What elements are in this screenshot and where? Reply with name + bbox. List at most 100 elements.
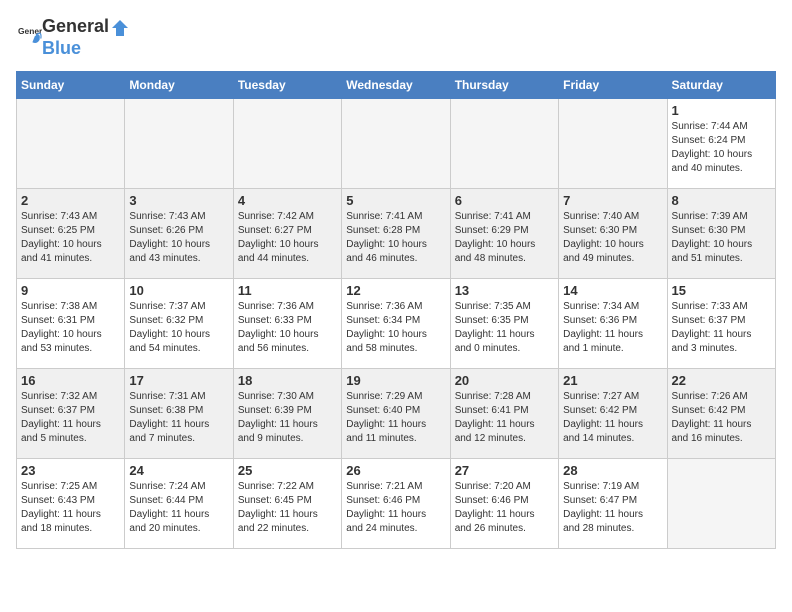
day-number: 27: [455, 463, 554, 478]
calendar-day-cell: 13 Sunrise: 7:35 AM Sunset: 6:35 PM Dayli…: [450, 278, 558, 368]
day-info: Sunrise: 7:36 AM Sunset: 6:33 PM Dayligh…: [238, 300, 337, 356]
calendar-table: SundayMondayTuesdayWednesdayThursdayFrid…: [16, 71, 776, 549]
calendar-day-cell: [17, 98, 125, 188]
day-info: Sunrise: 7:28 AM Sunset: 6:41 PM Dayligh…: [455, 390, 554, 446]
day-info: Sunrise: 7:41 AM Sunset: 6:29 PM Dayligh…: [455, 210, 554, 266]
weekday-header-cell: Sunday: [17, 71, 125, 98]
day-number: 5: [346, 193, 445, 208]
day-number: 3: [129, 193, 228, 208]
day-number: 19: [346, 373, 445, 388]
day-number: 2: [21, 193, 120, 208]
day-number: 25: [238, 463, 337, 478]
day-info: Sunrise: 7:41 AM Sunset: 6:28 PM Dayligh…: [346, 210, 445, 266]
calendar-day-cell: 4 Sunrise: 7:42 AM Sunset: 6:27 PM Daylig…: [233, 188, 341, 278]
day-info: Sunrise: 7:39 AM Sunset: 6:30 PM Dayligh…: [672, 210, 771, 266]
calendar-day-cell: 11Sunrise: 7:36 AM Sunset: 6:33 PM Dayli…: [233, 278, 341, 368]
calendar-day-cell: [342, 98, 450, 188]
day-number: 10: [129, 283, 228, 298]
day-info: Sunrise: 7:30 AM Sunset: 6:39 PM Dayligh…: [238, 390, 337, 446]
calendar-header-row: SundayMondayTuesdayWednesdayThursdayFrid…: [17, 71, 776, 98]
day-info: Sunrise: 7:19 AM Sunset: 6:47 PM Dayligh…: [563, 480, 662, 536]
day-number: 22: [672, 373, 771, 388]
calendar-day-cell: 25 Sunrise: 7:22 AM Sunset: 6:45 PM Dayli…: [233, 458, 341, 548]
day-info: Sunrise: 7:24 AM Sunset: 6:44 PM Dayligh…: [129, 480, 228, 536]
logo-text-wrapper: General Blue: [42, 16, 131, 59]
calendar-day-cell: 28 Sunrise: 7:19 AM Sunset: 6:47 PM Dayli…: [559, 458, 667, 548]
weekday-header-cell: Tuesday: [233, 71, 341, 98]
day-number: 7: [563, 193, 662, 208]
day-number: 12: [346, 283, 445, 298]
day-info: Sunrise: 7:37 AM Sunset: 6:32 PM Dayligh…: [129, 300, 228, 356]
day-info: Sunrise: 7:44 AM Sunset: 6:24 PM Dayligh…: [672, 120, 771, 176]
day-number: 18: [238, 373, 337, 388]
day-number: 9: [21, 283, 120, 298]
day-info: Sunrise: 7:40 AM Sunset: 6:30 PM Dayligh…: [563, 210, 662, 266]
day-number: 16: [21, 373, 120, 388]
day-info: Sunrise: 7:34 AM Sunset: 6:36 PM Dayligh…: [563, 300, 662, 356]
calendar-day-cell: [125, 98, 233, 188]
day-number: 21: [563, 373, 662, 388]
logo: General General Blue: [16, 16, 131, 59]
day-number: 1: [672, 103, 771, 118]
calendar-day-cell: 10 Sunrise: 7:37 AM Sunset: 6:32 PM Dayli…: [125, 278, 233, 368]
day-info: Sunrise: 7:31 AM Sunset: 6:38 PM Dayligh…: [129, 390, 228, 446]
day-info: Sunrise: 7:25 AM Sunset: 6:43 PM Dayligh…: [21, 480, 120, 536]
day-number: 13: [455, 283, 554, 298]
calendar-week-row: 1 Sunrise: 7:44 AM Sunset: 6:24 PM Daylig…: [17, 98, 776, 188]
calendar-day-cell: 2 Sunrise: 7:43 AM Sunset: 6:25 PM Daylig…: [17, 188, 125, 278]
calendar-day-cell: 26 Sunrise: 7:21 AM Sunset: 6:46 PM Dayli…: [342, 458, 450, 548]
day-number: 8: [672, 193, 771, 208]
calendar-day-cell: [233, 98, 341, 188]
logo-general: General: [42, 16, 109, 36]
day-number: 23: [21, 463, 120, 478]
calendar-day-cell: 15 Sunrise: 7:33 AM Sunset: 6:37 PM Dayli…: [667, 278, 775, 368]
weekday-header-cell: Saturday: [667, 71, 775, 98]
calendar-day-cell: 14 Sunrise: 7:34 AM Sunset: 6:36 PM Dayli…: [559, 278, 667, 368]
day-info: Sunrise: 7:27 AM Sunset: 6:42 PM Dayligh…: [563, 390, 662, 446]
day-info: Sunrise: 7:43 AM Sunset: 6:26 PM Dayligh…: [129, 210, 228, 266]
day-info: Sunrise: 7:21 AM Sunset: 6:46 PM Dayligh…: [346, 480, 445, 536]
day-info: Sunrise: 7:26 AM Sunset: 6:42 PM Dayligh…: [672, 390, 771, 446]
day-info: Sunrise: 7:43 AM Sunset: 6:25 PM Dayligh…: [21, 210, 120, 266]
day-info: Sunrise: 7:33 AM Sunset: 6:37 PM Dayligh…: [672, 300, 771, 356]
day-number: 15: [672, 283, 771, 298]
calendar-day-cell: 6 Sunrise: 7:41 AM Sunset: 6:29 PM Daylig…: [450, 188, 558, 278]
calendar-day-cell: 7 Sunrise: 7:40 AM Sunset: 6:30 PM Daylig…: [559, 188, 667, 278]
calendar-day-cell: 3 Sunrise: 7:43 AM Sunset: 6:26 PM Daylig…: [125, 188, 233, 278]
day-number: 4: [238, 193, 337, 208]
day-number: 26: [346, 463, 445, 478]
calendar-day-cell: 20 Sunrise: 7:28 AM Sunset: 6:41 PM Dayli…: [450, 368, 558, 458]
day-info: Sunrise: 7:22 AM Sunset: 6:45 PM Dayligh…: [238, 480, 337, 536]
day-number: 6: [455, 193, 554, 208]
calendar-body: 1 Sunrise: 7:44 AM Sunset: 6:24 PM Daylig…: [17, 98, 776, 548]
day-info: Sunrise: 7:42 AM Sunset: 6:27 PM Dayligh…: [238, 210, 337, 266]
calendar-day-cell: 23 Sunrise: 7:25 AM Sunset: 6:43 PM Dayli…: [17, 458, 125, 548]
calendar-week-row: 9 Sunrise: 7:38 AM Sunset: 6:31 PM Daylig…: [17, 278, 776, 368]
weekday-header-cell: Wednesday: [342, 71, 450, 98]
day-number: 17: [129, 373, 228, 388]
calendar-day-cell: 22 Sunrise: 7:26 AM Sunset: 6:42 PM Dayli…: [667, 368, 775, 458]
calendar-day-cell: 19 Sunrise: 7:29 AM Sunset: 6:40 PM Dayli…: [342, 368, 450, 458]
day-number: 28: [563, 463, 662, 478]
calendar-week-row: 23 Sunrise: 7:25 AM Sunset: 6:43 PM Dayli…: [17, 458, 776, 548]
calendar-day-cell: 18 Sunrise: 7:30 AM Sunset: 6:39 PM Dayli…: [233, 368, 341, 458]
calendar-day-cell: [559, 98, 667, 188]
day-info: Sunrise: 7:32 AM Sunset: 6:37 PM Dayligh…: [21, 390, 120, 446]
calendar-day-cell: 27 Sunrise: 7:20 AM Sunset: 6:46 PM Dayli…: [450, 458, 558, 548]
day-info: Sunrise: 7:20 AM Sunset: 6:46 PM Dayligh…: [455, 480, 554, 536]
svg-text:General: General: [18, 26, 42, 36]
calendar-day-cell: 5 Sunrise: 7:41 AM Sunset: 6:28 PM Daylig…: [342, 188, 450, 278]
weekday-header-cell: Thursday: [450, 71, 558, 98]
day-number: 20: [455, 373, 554, 388]
day-number: 24: [129, 463, 228, 478]
day-number: 14: [563, 283, 662, 298]
weekday-header-cell: Friday: [559, 71, 667, 98]
calendar-day-cell: 17 Sunrise: 7:31 AM Sunset: 6:38 PM Dayli…: [125, 368, 233, 458]
day-info: Sunrise: 7:29 AM Sunset: 6:40 PM Dayligh…: [346, 390, 445, 446]
calendar-day-cell: 16 Sunrise: 7:32 AM Sunset: 6:37 PM Dayli…: [17, 368, 125, 458]
logo-image: General: [16, 23, 42, 52]
header: General General Blue: [16, 16, 776, 59]
calendar-day-cell: 12Sunrise: 7:36 AM Sunset: 6:34 PM Dayli…: [342, 278, 450, 368]
day-info: Sunrise: 7:38 AM Sunset: 6:31 PM Dayligh…: [21, 300, 120, 356]
day-info: Sunrise: 7:35 AM Sunset: 6:35 PM Dayligh…: [455, 300, 554, 356]
